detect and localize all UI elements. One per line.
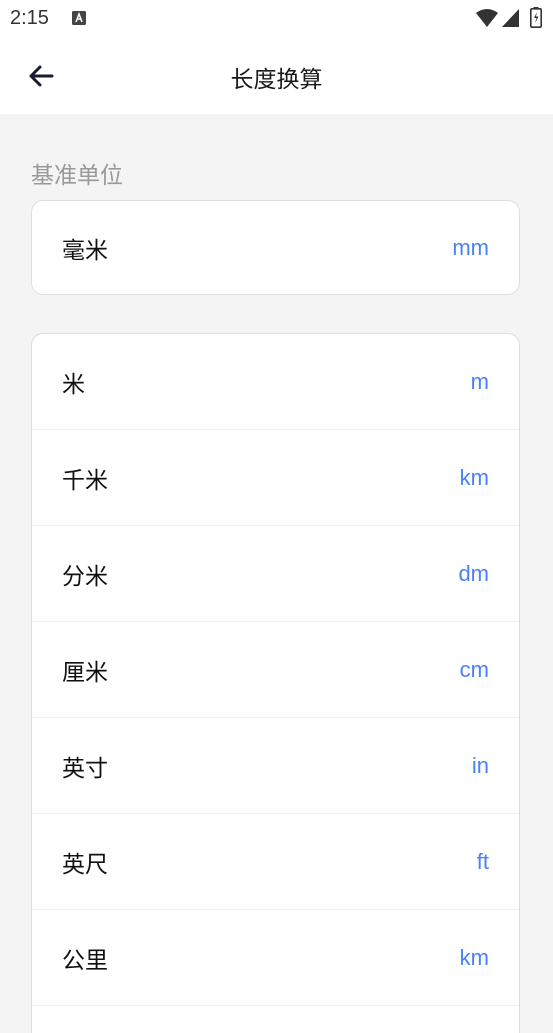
unit-name: 英寸 [62,755,108,782]
unit-abbr: in [471,752,489,778]
unit-abbr: cm [459,656,489,682]
status-bar: 2:15 [0,0,553,38]
unit-name: 英尺 [62,851,108,878]
battery-charging-icon [530,7,542,28]
unit-name: 厘米 [62,659,108,686]
unit-abbr: dm [458,560,489,586]
unit-row-centimeter[interactable]: 厘米 cm [32,622,519,718]
unit-name: 公里 [62,947,108,974]
unit-row-decimeter[interactable]: 分米 dm [32,526,519,622]
page-title: 长度换算 [230,67,323,93]
base-unit-label: 基准单位 [31,163,123,189]
unit-row-gongli[interactable]: 公里 km [32,910,519,1006]
app-bar: 长度换算 [0,38,553,114]
unit-list-card: 米 m 千米 km 分米 dm 厘米 cm 英寸 in 英尺 ft 公里 km [31,333,520,1033]
unit-row-meter[interactable]: 米 m [32,334,519,430]
base-unit-card: 毫米 mm [31,200,520,295]
unit-row-kilometer[interactable]: 千米 km [32,430,519,526]
unit-name: 毫米 [62,237,108,264]
unit-row-foot[interactable]: 英尺 ft [32,814,519,910]
unit-row-inch[interactable]: 英寸 in [32,718,519,814]
wifi-icon [476,9,498,27]
base-unit-row[interactable]: 毫米 mm [32,201,519,294]
unit-abbr: km [459,944,489,970]
unit-name: 千米 [62,467,108,494]
unit-name: 米 [62,371,85,398]
status-time: 2:15 [10,7,49,29]
unit-abbr: mm [452,234,489,260]
unit-abbr: m [470,368,489,394]
unit-name: 分米 [62,563,108,590]
unit-abbr: ft [476,848,489,874]
a-box-icon [72,11,86,25]
unit-abbr: km [459,464,489,490]
signal-icon [502,9,519,27]
